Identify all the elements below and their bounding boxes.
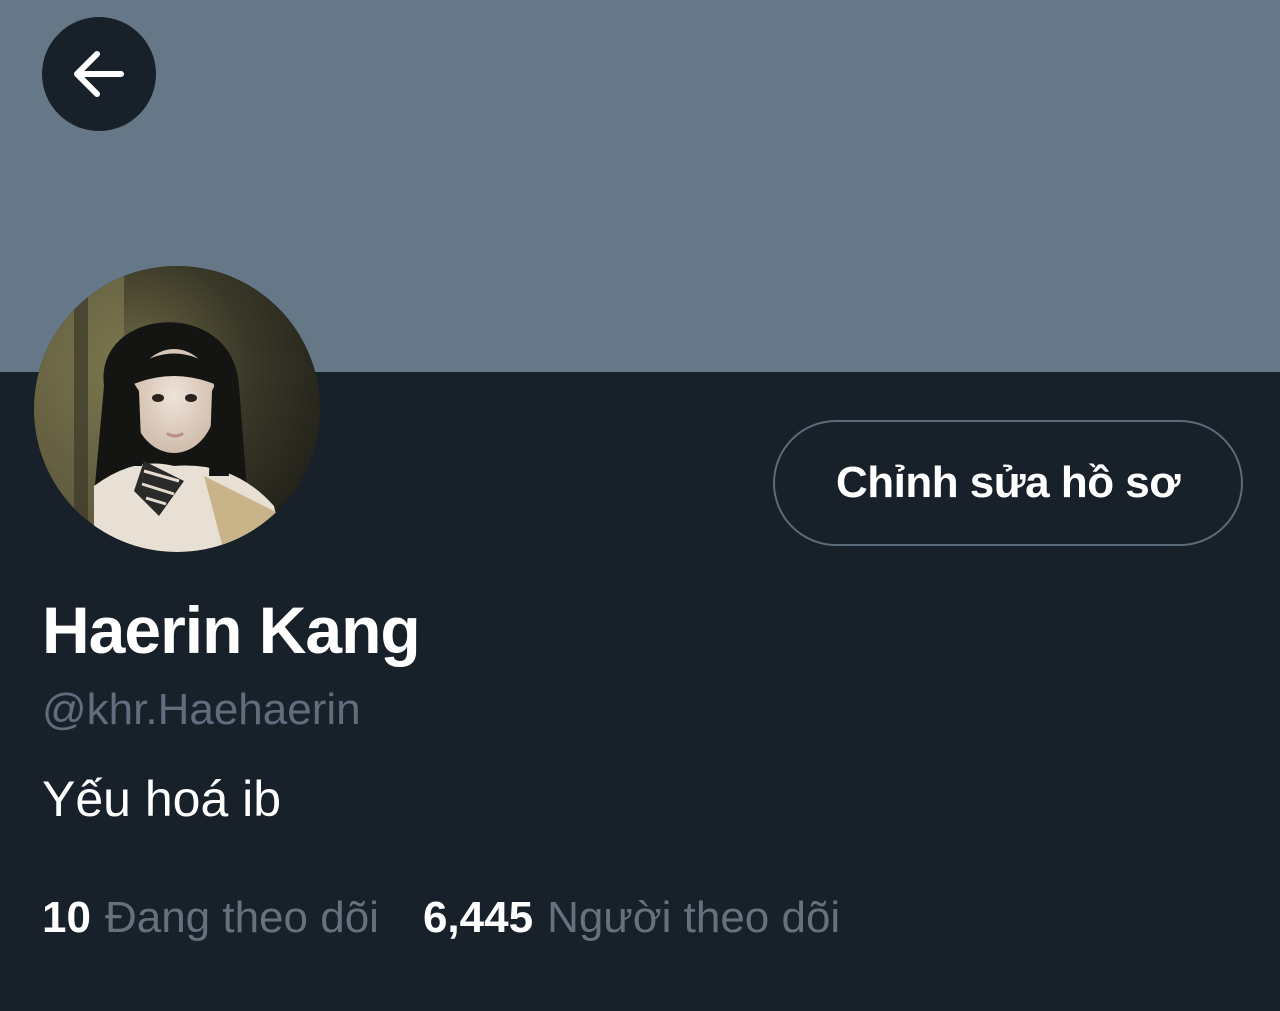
followers-label: Người theo dõi bbox=[547, 893, 841, 942]
follow-stats: 10 Đang theo dõi 6,445 Người theo dõi bbox=[42, 890, 840, 946]
following-label: Đang theo dõi bbox=[104, 893, 379, 942]
edit-profile-button[interactable]: Chỉnh sửa hồ sơ bbox=[773, 420, 1243, 546]
arrow-left-icon bbox=[67, 42, 131, 106]
avatar[interactable] bbox=[34, 266, 320, 552]
profile-page: Chỉnh sửa hồ sơ Haerin Kang @khr.Haehaer… bbox=[0, 0, 1280, 1011]
following-count: 10 bbox=[42, 893, 91, 942]
back-button[interactable] bbox=[42, 17, 156, 131]
following-link[interactable]: 10 Đang theo dõi bbox=[42, 890, 379, 946]
profile-bio: Yếu hoá ib bbox=[42, 771, 282, 827]
display-name: Haerin Kang bbox=[42, 593, 421, 667]
username-handle: @khr.Haehaerin bbox=[42, 685, 361, 734]
followers-link[interactable]: 6,445 Người theo dõi bbox=[423, 890, 840, 946]
followers-count: 6,445 bbox=[422, 893, 534, 942]
